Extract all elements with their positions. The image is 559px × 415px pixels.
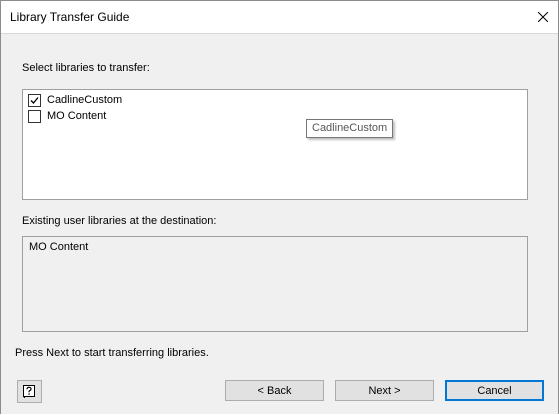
help-button[interactable] (17, 380, 42, 403)
mo-content-checkbox[interactable] (28, 109, 41, 123)
existing-libraries-label: Existing user libraries at the destinati… (22, 215, 217, 227)
library-transfer-dialog: Library Transfer Guide Select libraries … (0, 0, 559, 414)
checkmark-icon (30, 96, 39, 104)
help-icon (23, 385, 35, 399)
libraries-checklist[interactable]: CadlineCustom MO Content (22, 89, 528, 200)
close-icon (538, 12, 548, 22)
existing-libraries-list: MO Content (22, 236, 528, 332)
title-bar: Library Transfer Guide (1, 1, 558, 33)
cadlinecustom-checkbox[interactable] (28, 93, 41, 107)
list-item-label: CadlineCustom (47, 94, 123, 106)
cancel-button[interactable]: Cancel (445, 380, 544, 401)
back-button[interactable]: < Back (225, 380, 324, 401)
existing-library-item: MO Content (29, 241, 89, 253)
dialog-body: Select libraries to transfer: CadlineCus… (1, 33, 558, 414)
select-libraries-label: Select libraries to transfer: (22, 62, 150, 74)
list-item-label: MO Content (47, 110, 107, 122)
next-button[interactable]: Next > (335, 380, 434, 401)
list-item-mo-content[interactable]: MO Content (28, 108, 106, 124)
list-item-cadlinecustom[interactable]: CadlineCustom (28, 92, 122, 108)
item-tooltip: CadlineCustom (306, 119, 394, 138)
close-button[interactable] (528, 1, 558, 33)
instruction-text: Press Next to start transferring librari… (15, 347, 209, 359)
window-title: Library Transfer Guide (10, 10, 130, 24)
